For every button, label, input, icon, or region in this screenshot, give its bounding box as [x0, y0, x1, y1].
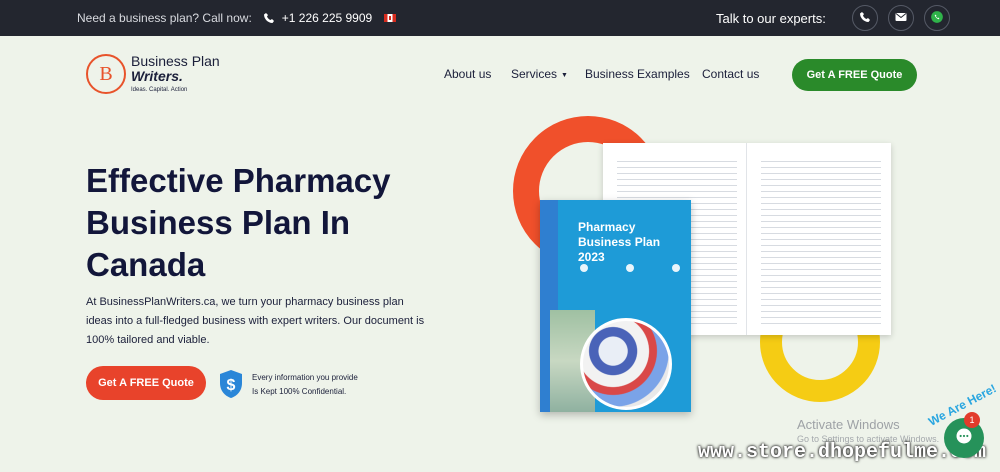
book-title-line: Pharmacy	[578, 220, 636, 234]
confidential-line-2: Is Kept 100% Confidential.	[252, 387, 347, 396]
mail-icon	[895, 11, 907, 25]
hero-quote-button[interactable]: Get A FREE Quote	[86, 366, 206, 400]
shield-dollar-icon: $	[220, 370, 242, 398]
nav-examples-link[interactable]: Business Examples	[585, 67, 690, 81]
confidential-note: Every information you provide Is Kept 10…	[252, 371, 358, 399]
pills-photo	[580, 318, 672, 410]
nav-about-link[interactable]: About us	[444, 67, 491, 81]
top-bar-experts: Talk to our experts:	[716, 0, 950, 36]
logo-tagline: Ideas. Capital. Action	[131, 87, 188, 93]
hero-illustration: Pharmacy Business Plan 2023	[510, 115, 900, 435]
email-button[interactable]	[887, 5, 914, 31]
hero-title-line: Effective Pharmacy	[86, 162, 391, 199]
book-title-line: Business Plan	[578, 235, 661, 249]
canada-flag-icon	[384, 14, 397, 22]
confidential-line-1: Every information you provide	[252, 373, 358, 382]
nav-services-link[interactable]: Services ▼	[511, 67, 568, 81]
activate-windows-text: Activate Windows	[797, 417, 900, 432]
book-icons	[580, 264, 680, 272]
logo-line-1: Business Plan	[131, 53, 220, 69]
phone-icon	[262, 11, 276, 25]
hero-title: Effective Pharmacy Business Plan In Cana…	[86, 160, 426, 286]
phone-number[interactable]: +1 226 225 9909	[282, 11, 372, 25]
business-plan-book-image: Pharmacy Business Plan 2023	[540, 200, 691, 412]
chat-icon	[954, 426, 974, 451]
whatsapp-icon	[930, 10, 944, 27]
logo-mark: B	[86, 54, 126, 94]
site-watermark: www.store.dhopefulme.com	[698, 441, 987, 464]
talk-to-experts-label: Talk to our experts:	[716, 10, 826, 26]
top-bar-contact: Need a business plan? Call now: +1 226 2…	[77, 11, 397, 25]
logo-text: Business Plan Writers. Ideas. Capital. A…	[131, 53, 220, 94]
chevron-down-icon: ▼	[561, 72, 568, 79]
top-bar: Need a business plan? Call now: +1 226 2…	[0, 0, 1000, 36]
nav-quote-button[interactable]: Get A FREE Quote	[792, 59, 917, 91]
logo-line-2: Writers.	[131, 68, 183, 84]
whatsapp-button[interactable]	[923, 5, 950, 31]
call-button[interactable]	[851, 5, 878, 31]
nav-contact-link[interactable]: Contact us	[702, 67, 759, 81]
phone-icon	[859, 11, 871, 26]
svg-text:$: $	[227, 377, 236, 394]
book-title-line: 2023	[578, 250, 605, 264]
hero-title-line: Canada	[86, 246, 206, 283]
chat-notification-badge: 1	[964, 412, 980, 428]
book-title: Pharmacy Business Plan 2023	[578, 220, 660, 265]
top-bar-lead: Need a business plan? Call now:	[77, 11, 252, 25]
hero-description: At BusinessPlanWriters.ca, we turn your …	[86, 296, 425, 346]
site-logo[interactable]: B Business Plan Writers. Ideas. Capital.…	[86, 54, 220, 94]
hero-title-line: Business Plan In	[86, 204, 351, 241]
nav-services-label: Services	[511, 67, 558, 81]
